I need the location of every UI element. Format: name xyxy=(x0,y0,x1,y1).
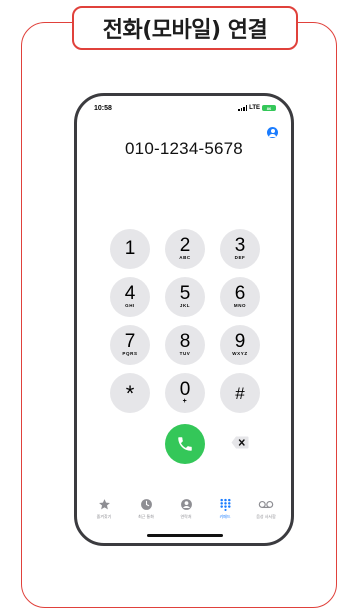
tab-favorites[interactable]: 즐겨찾기 xyxy=(86,498,122,520)
key-digit: 3 xyxy=(234,235,246,256)
key-digit: 9 xyxy=(234,331,246,352)
key-6[interactable]: 6 MNO xyxy=(220,277,260,317)
keypad-icon xyxy=(219,498,231,511)
key-digit: * xyxy=(125,381,135,406)
key-digit: 6 xyxy=(234,283,246,304)
tab-voicemail[interactable]: 음성 사서함 xyxy=(248,498,284,520)
key-letters: MNO xyxy=(233,303,247,308)
key-digit: 1 xyxy=(124,238,136,259)
key-digit: 7 xyxy=(124,331,136,352)
key-digit: 0 xyxy=(179,379,191,400)
tab-label: 최근 통화 xyxy=(138,514,154,519)
key-letters: GHI xyxy=(125,303,135,308)
dialed-number: 010-1234-5678 xyxy=(125,139,243,158)
key-3[interactable]: 3 DEF xyxy=(220,229,260,269)
tab-recents[interactable]: 최근 통화 xyxy=(128,498,164,520)
voicemail-icon xyxy=(258,500,274,509)
key-2[interactable]: 2 ABC xyxy=(165,229,205,269)
add-contact-icon[interactable] xyxy=(267,127,278,138)
signal-icon xyxy=(238,105,248,111)
key-7[interactable]: 7 PQRS xyxy=(110,325,150,365)
key-5[interactable]: 5 JKL xyxy=(165,277,205,317)
key-digit: 4 xyxy=(124,283,136,304)
tab-label: 연락처 xyxy=(180,514,192,519)
key-digit: 8 xyxy=(179,331,191,352)
key-letters: PQRS xyxy=(122,351,138,356)
key-letters: JKL xyxy=(179,303,191,308)
key-8[interactable]: 8 TUV xyxy=(165,325,205,365)
key-letters: WXYZ xyxy=(232,351,248,356)
key-letters: + xyxy=(182,398,188,405)
clock-icon xyxy=(140,499,152,510)
key-letters: ABC xyxy=(179,255,191,260)
key-digit: 2 xyxy=(179,235,191,256)
key-hash[interactable]: # xyxy=(220,373,260,413)
phone-screen: 10:58 LTE 86 010-1234-5678 1 2 ABC 3 DEF… xyxy=(74,93,294,546)
tab-label: 즐겨찾기 xyxy=(96,514,112,519)
call-button[interactable] xyxy=(165,424,205,464)
key-digit: 5 xyxy=(179,283,191,304)
network-label: LTE xyxy=(249,105,260,111)
contacts-icon xyxy=(180,499,192,510)
key-4[interactable]: 4 GHI xyxy=(110,277,150,317)
delete-icon[interactable] xyxy=(231,436,249,449)
home-indicator[interactable] xyxy=(147,534,223,537)
tab-label: 키패드 xyxy=(219,514,231,519)
key-0[interactable]: 0 + xyxy=(165,373,205,413)
key-letters: DEF xyxy=(234,255,246,260)
tab-keypad[interactable]: 키패드 xyxy=(207,498,243,520)
tab-contacts[interactable]: 연락처 xyxy=(168,498,204,520)
key-1[interactable]: 1 xyxy=(110,229,150,269)
tab-bar: 즐겨찾기 최근 통화 연락처 키패드 음성 사서함 xyxy=(77,498,291,534)
key-star[interactable]: * xyxy=(110,373,150,413)
tab-label: 음성 사서함 xyxy=(256,514,276,519)
status-time: 10:58 xyxy=(94,105,112,112)
key-letters: TUV xyxy=(179,351,191,356)
key-digit: # xyxy=(235,384,245,403)
phone-icon xyxy=(178,437,192,451)
status-icons: LTE 86 xyxy=(238,105,276,111)
battery-icon: 86 xyxy=(262,105,276,111)
banner-title: 전화(모바일) 연결 xyxy=(72,6,298,50)
star-icon xyxy=(98,499,110,510)
key-9[interactable]: 9 WXYZ xyxy=(220,325,260,365)
